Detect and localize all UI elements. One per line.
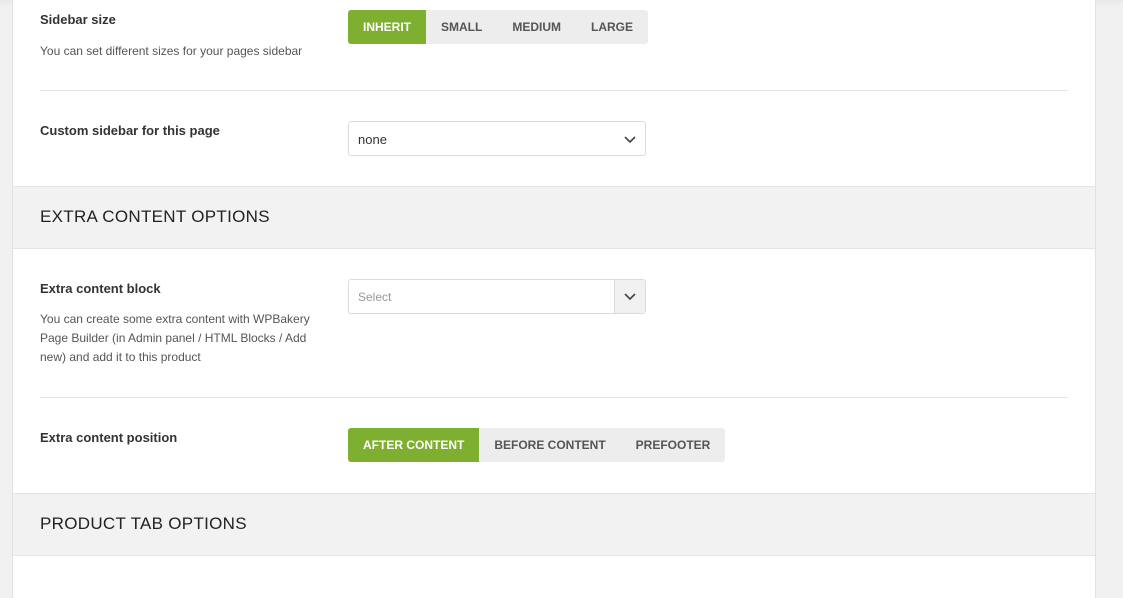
custom-sidebar-label: Custom sidebar for this page bbox=[40, 123, 220, 138]
divider bbox=[40, 90, 1068, 91]
extra-content-block-label: Extra content block bbox=[40, 281, 161, 296]
extra-content-position-label: Extra content position bbox=[40, 430, 178, 445]
sidebar-size-button-group: INHERIT SMALL MEDIUM LARGE bbox=[348, 10, 648, 44]
sidebar-size-large-button[interactable]: LARGE bbox=[576, 10, 648, 44]
product-tab-section-header: PRODUCT TAB OPTIONS bbox=[13, 493, 1095, 556]
custom-sidebar-value: none bbox=[358, 132, 387, 147]
prefooter-button[interactable]: PREFOOTER bbox=[621, 428, 726, 462]
sidebar-size-inherit-button[interactable]: INHERIT bbox=[348, 10, 426, 44]
extra-content-section-header: EXTRA CONTENT OPTIONS bbox=[13, 186, 1095, 249]
sidebar-size-label: Sidebar size bbox=[40, 12, 116, 27]
options-panel: Sidebar size You can set different sizes… bbox=[12, 0, 1096, 598]
extra-content-section-title: EXTRA CONTENT OPTIONS bbox=[40, 207, 270, 226]
extra-content-position-button-group: AFTER CONTENT BEFORE CONTENT PREFOOTER bbox=[348, 428, 726, 462]
sidebar-size-medium-button[interactable]: MEDIUM bbox=[497, 10, 576, 44]
chevron-down-icon bbox=[614, 280, 645, 313]
before-content-button[interactable]: BEFORE CONTENT bbox=[479, 428, 620, 462]
sidebar-size-small-button[interactable]: SMALL bbox=[426, 10, 497, 44]
chevron-down-icon bbox=[615, 122, 645, 157]
after-content-button[interactable]: AFTER CONTENT bbox=[348, 428, 480, 462]
extra-content-block-select[interactable]: Select bbox=[348, 279, 646, 314]
product-tab-section-title: PRODUCT TAB OPTIONS bbox=[40, 514, 247, 533]
extra-content-block-placeholder: Select bbox=[358, 290, 392, 304]
custom-sidebar-select[interactable]: none bbox=[348, 121, 646, 156]
extra-content-block-description: You can create some extra content with W… bbox=[40, 312, 310, 364]
divider bbox=[40, 397, 1068, 398]
sidebar-size-description: You can set different sizes for your pag… bbox=[40, 44, 303, 58]
